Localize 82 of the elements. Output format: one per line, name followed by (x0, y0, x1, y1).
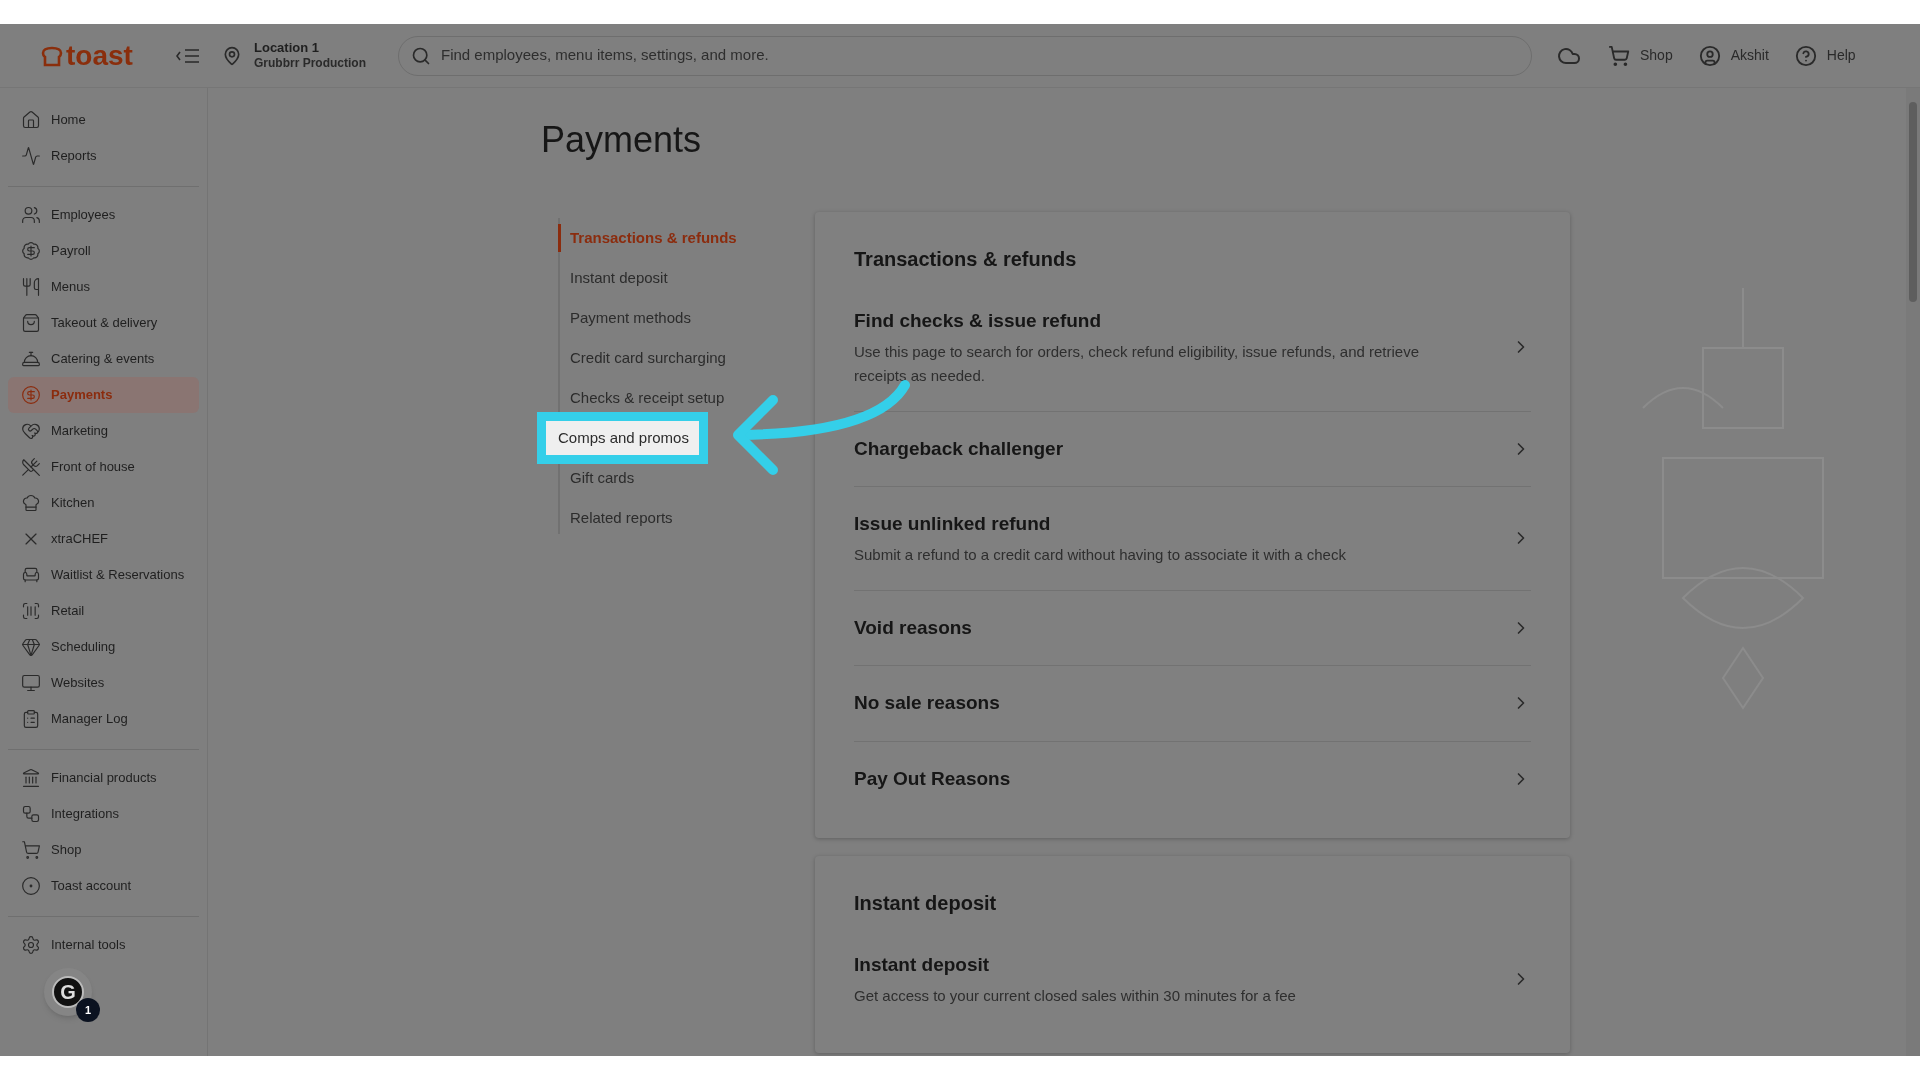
card-title: Instant deposit (854, 891, 998, 916)
circle-icon (21, 876, 41, 896)
monitor-icon (21, 673, 41, 693)
clipboard-icon (21, 709, 41, 729)
settings-icon (21, 935, 41, 955)
settings-row[interactable]: No sale reasons (854, 666, 1531, 742)
user-icon (1698, 44, 1721, 67)
row-title: Void reasons (854, 615, 973, 640)
dollar-badge-icon (21, 241, 41, 261)
sidebar-item[interactable]: Integrations (8, 796, 199, 832)
sidebar-item[interactable]: Scheduling (8, 629, 199, 665)
house-icon (21, 110, 41, 130)
row-description: Get access to your current closed sales within 30 minutes for a fee (854, 985, 1297, 1006)
card-title: Transactions & refunds (854, 247, 1078, 272)
settings-row[interactable]: Issue unlinked refund Submit a refund to a credit card without having to associate it with a check (854, 487, 1531, 591)
chair-icon (21, 565, 41, 585)
settings-row[interactable]: Void reasons (854, 590, 1531, 666)
section-nav-link[interactable]: Credit card surcharging (558, 346, 726, 370)
chef-hat-icon (21, 493, 41, 513)
location-subtitle: Grubbrr Production (254, 56, 366, 72)
bank-icon (21, 768, 41, 788)
sidebar-item[interactable]: Kitchen (8, 485, 199, 521)
row-title: Issue unlinked refund (854, 512, 1052, 536)
bell-icon (21, 349, 41, 369)
sidebar-item[interactable]: Websites (8, 665, 199, 701)
cart-icon (1608, 44, 1630, 67)
search-input[interactable]: Find employees, menu items, settings, and more. (441, 44, 1519, 67)
sidebar-item[interactable]: Manager Log (8, 701, 199, 737)
settings-row[interactable]: Instant deposit Get access to your current closed sales within 30 minutes for a fee (854, 928, 1531, 1031)
sidebar-item[interactable]: Employees (8, 197, 199, 233)
utensils-icon (21, 457, 41, 477)
cart-icon (21, 840, 41, 860)
sidebar-item[interactable]: Front of house (8, 449, 199, 485)
sidebar-item[interactable]: Reports (8, 138, 199, 174)
sidebar-item[interactable]: Home (8, 102, 199, 138)
sidebar-item[interactable]: Catering & events (8, 341, 199, 377)
page-title: Payments (541, 122, 703, 158)
utensils-icon (21, 277, 41, 297)
sidebar-item[interactable]: Internal tools (8, 927, 199, 963)
chart-icon (21, 146, 41, 166)
toast-logo[interactable]: toast (40, 41, 174, 70)
search-icon (411, 45, 431, 66)
sidebar-item[interactable]: Waitlist & Reservations (8, 557, 199, 593)
section-nav-link[interactable]: Related reports (558, 506, 673, 530)
section-nav-link[interactable]: Instant deposit (558, 266, 668, 290)
row-description: Submit a refund to a credit card without having to associate it with a check (854, 544, 1347, 565)
dollar-circle-icon (21, 385, 41, 405)
settings-row[interactable]: Chargeback challenger (854, 411, 1531, 487)
sidebar-item[interactable]: Payroll (8, 233, 199, 269)
nodes-icon (21, 804, 41, 824)
section-nav-link[interactable]: Payment methods (558, 306, 691, 330)
location-pin-icon (222, 45, 242, 66)
settings-row[interactable]: Find checks & issue refund Use this page to search for orders, check refund eligibility, issue refunds, and retrieve receipts as needed. (854, 284, 1531, 412)
sidebar-item[interactable]: xtraCHEF (8, 521, 199, 557)
row-title: Find checks & issue refund (854, 309, 1103, 333)
sidebar-item[interactable]: Shop (8, 832, 199, 868)
barcode-icon (21, 601, 41, 621)
sidebar-item[interactable]: Toast account (8, 868, 199, 904)
bag-icon (21, 313, 41, 333)
sidebar-item[interactable]: Takeout & delivery (8, 305, 199, 341)
people-icon (21, 205, 41, 225)
sidebar-item[interactable]: Menus (8, 269, 199, 305)
sidebar-item[interactable]: Financial products (8, 760, 199, 796)
location-name: Location 1 (254, 39, 320, 57)
section-nav-link[interactable]: Gift cards (558, 466, 635, 490)
row-title: Chargeback challenger (854, 436, 1065, 461)
section-nav-link[interactable]: Transactions & refunds (558, 226, 737, 250)
settings-row[interactable]: Pay Out Reasons (854, 741, 1531, 816)
row-title: Instant deposit (854, 953, 991, 977)
row-title: No sale reasons (854, 691, 1001, 715)
header-action-button[interactable]: Akshit (1698, 44, 1769, 67)
header-action-button[interactable]: Help (1794, 44, 1856, 67)
sidebar-item[interactable]: Retail (8, 593, 199, 629)
row-description: Use this page to search for orders, check refund eligibility, issue refunds, and retrieve receipts as needed. (854, 341, 1420, 386)
sidebar-item[interactable]: Marketing (8, 413, 199, 449)
section-nav-link[interactable]: Checks & receipt setup (558, 386, 725, 410)
notification-badge: 1 (76, 998, 100, 1022)
location-selector[interactable]: Location 1 Grubbrr Production (222, 39, 388, 72)
row-title: Pay Out Reasons (854, 766, 1012, 791)
help-icon (1794, 44, 1817, 67)
header-action-button[interactable]: Shop (1608, 44, 1673, 67)
diamond-icon (21, 637, 41, 657)
